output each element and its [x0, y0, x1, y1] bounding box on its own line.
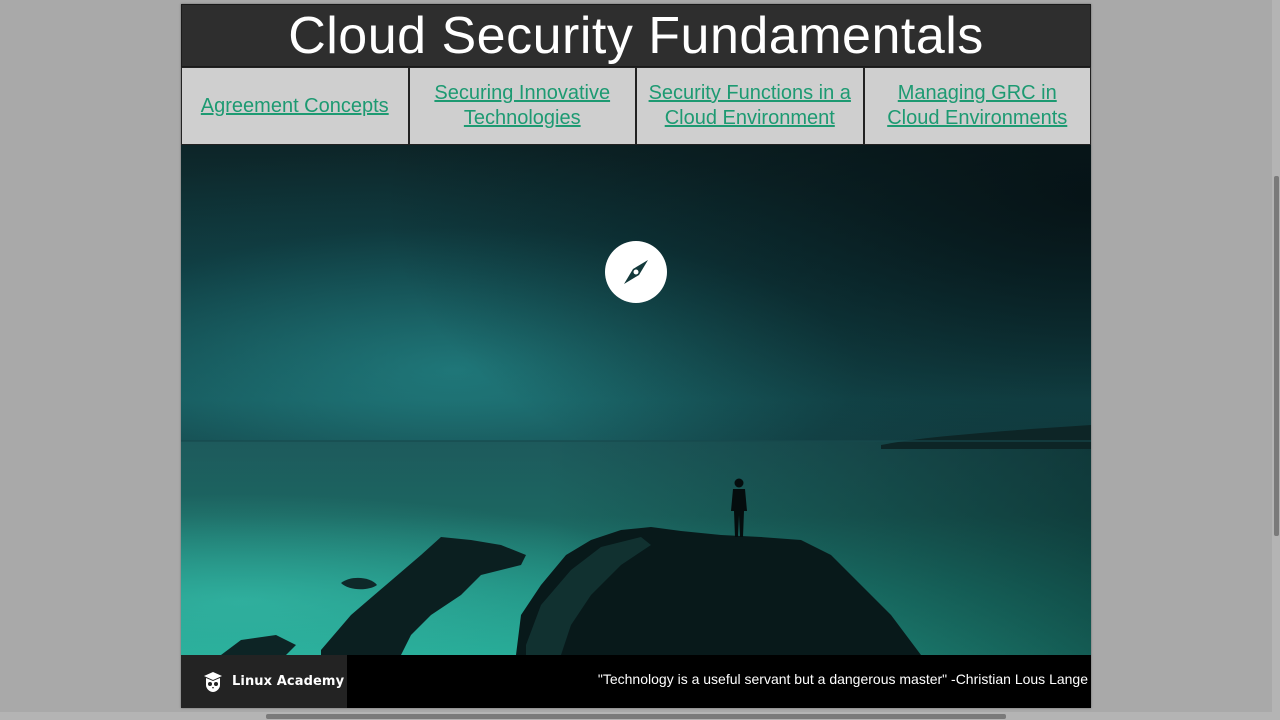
person-silhouette — [731, 478, 747, 537]
distant-headland — [881, 425, 1091, 449]
brand-name: Linux Academy — [232, 674, 345, 689]
footer-quote: "Technology is a useful servant but a da… — [597, 671, 1088, 687]
left-rocks-2 — [221, 635, 296, 655]
horizontal-scrollbar[interactable] — [0, 712, 1272, 720]
left-rocks — [321, 537, 526, 655]
brand-badge: Linux Academy — [181, 655, 347, 708]
link-managing-grc[interactable]: Managing GRC in Cloud Environments — [871, 81, 1085, 131]
link-agreement-concepts[interactable]: Agreement Concepts — [201, 94, 389, 119]
slide: Cloud Security Fundamentals Agreement Co… — [181, 4, 1091, 708]
compass-needle — [624, 260, 648, 284]
topic-nav: Agreement Concepts Securing Innovative T… — [181, 67, 1091, 145]
nav-cell-security-functions: Security Functions in a Cloud Environmen… — [636, 67, 864, 145]
linux-academy-owl-icon — [203, 671, 223, 693]
link-security-functions[interactable]: Security Functions in a Cloud Environmen… — [643, 81, 857, 131]
nav-cell-securing-innovative-technologies: Securing Innovative Technologies — [408, 67, 636, 145]
hero-image — [181, 145, 1091, 655]
slide-title: Cloud Security Fundamentals — [288, 6, 984, 65]
link-securing-innovative-technologies[interactable]: Securing Innovative Technologies — [416, 81, 630, 131]
title-bar: Cloud Security Fundamentals — [181, 4, 1091, 67]
horizon-line — [181, 440, 1091, 442]
compass-icon[interactable] — [605, 241, 667, 303]
vertical-scrollbar-thumb[interactable] — [1274, 176, 1279, 536]
landscape-scene — [181, 425, 1091, 655]
nav-cell-agreement-concepts: Agreement Concepts — [181, 67, 409, 145]
nav-cell-managing-grc: Managing GRC in Cloud Environments — [863, 67, 1091, 145]
horizontal-scrollbar-thumb[interactable] — [266, 714, 1006, 719]
footer-bar: Linux Academy "Technology is a useful se… — [181, 655, 1091, 708]
vertical-scrollbar[interactable] — [1272, 0, 1280, 720]
small-rock — [341, 577, 377, 590]
